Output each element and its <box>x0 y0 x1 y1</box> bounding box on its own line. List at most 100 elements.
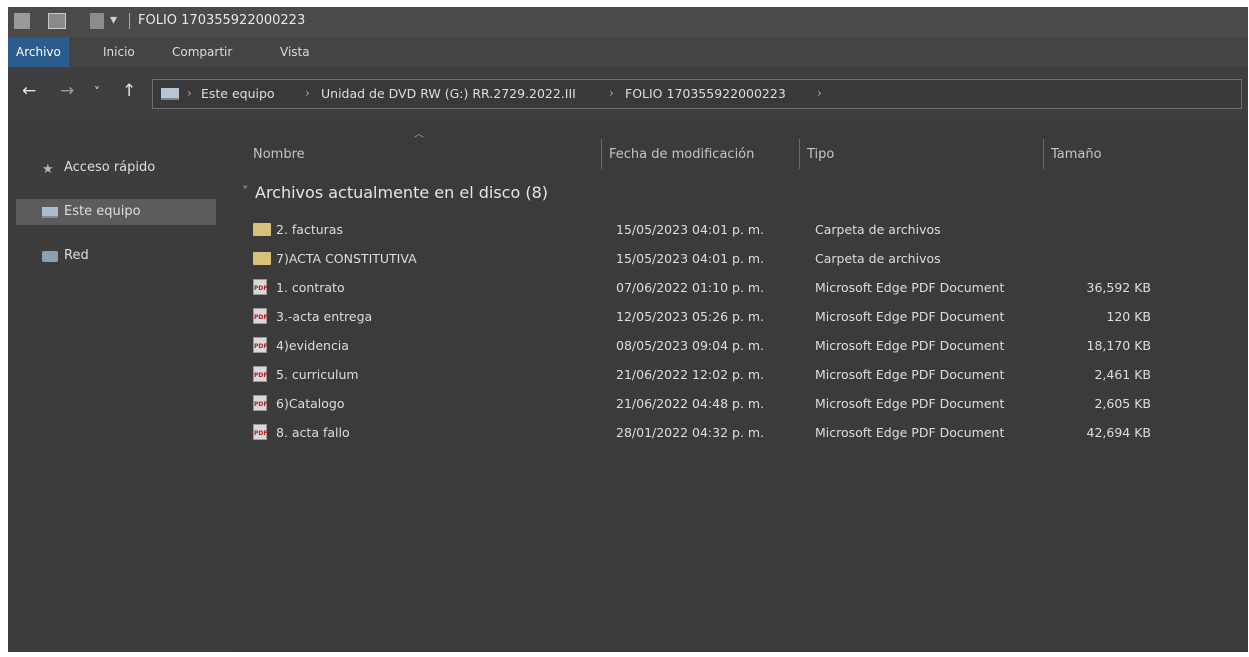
tab-compartir[interactable]: Compartir <box>172 37 232 67</box>
file-row[interactable]: 7)ACTA CONSTITUTIVA 15/05/2023 04:01 p. m… <box>233 245 1248 274</box>
sidebar-item-red[interactable]: Red <box>16 243 216 269</box>
file-name: 1. contrato <box>276 280 345 295</box>
star-icon: ★ <box>42 162 54 177</box>
tab-inicio[interactable]: Inicio <box>103 37 135 67</box>
address-bar[interactable]: › Este equipo › Unidad de DVD RW (G:) RR… <box>152 79 1242 109</box>
file-size: 18,170 KB <box>1086 338 1151 353</box>
column-divider[interactable] <box>799 139 800 169</box>
file-type: Carpeta de archivos <box>815 222 941 237</box>
file-type: Microsoft Edge PDF Document <box>815 396 1005 411</box>
file-name: 4)evidencia <box>276 338 349 353</box>
pdf-icon: PDF <box>253 424 267 440</box>
pdf-glyph: PDF <box>254 401 268 408</box>
breadcrumb-separator[interactable]: › <box>817 86 822 100</box>
pdf-glyph: PDF <box>254 314 268 321</box>
window-title: FOLIO 170355922000223 <box>138 13 306 28</box>
file-modified: 07/06/2022 01:10 p. m. <box>616 280 765 295</box>
file-name: 8. acta fallo <box>276 425 350 440</box>
sidebar-item-label: Red <box>64 248 89 263</box>
back-arrow-icon[interactable]: ← <box>22 81 36 101</box>
file-row[interactable]: PDF 3.-acta entrega 12/05/2023 05:26 p. m.… <box>233 303 1248 332</box>
file-name: 2. facturas <box>276 222 343 237</box>
computer-icon <box>161 88 179 100</box>
file-size: 120 KB <box>1106 309 1151 324</box>
file-type: Microsoft Edge PDF Document <box>815 280 1005 295</box>
sidebar-item-este-equipo[interactable]: Este equipo <box>16 199 216 225</box>
column-header-name[interactable]: Nombre <box>253 147 305 162</box>
properties-icon[interactable] <box>48 13 66 29</box>
file-modified: 12/05/2023 05:26 p. m. <box>616 309 765 324</box>
pdf-glyph: PDF <box>254 343 268 350</box>
pdf-glyph: PDF <box>254 430 268 437</box>
breadcrumb-dvd-drive[interactable]: Unidad de DVD RW (G:) RR.2729.2022.III <box>321 86 576 101</box>
folder-icon <box>253 223 271 236</box>
file-name: 6)Catalogo <box>276 396 345 411</box>
group-header[interactable]: Archivos actualmente en el disco (8) <box>255 183 548 202</box>
folder-icon <box>253 252 271 265</box>
file-row[interactable]: PDF 5. curriculum 21/06/2022 12:02 p. m. Mi… <box>233 361 1248 390</box>
file-modified: 15/05/2023 04:01 p. m. <box>616 222 765 237</box>
file-type: Microsoft Edge PDF Document <box>815 309 1005 324</box>
up-arrow-icon[interactable]: ↑ <box>122 81 136 101</box>
pdf-icon: PDF <box>253 337 267 353</box>
pdf-icon: PDF <box>253 395 267 411</box>
breadcrumb-separator: › <box>305 86 310 100</box>
column-divider[interactable] <box>601 139 602 169</box>
navigation-bar: ← → ˅ ↑ › Este equipo › Unidad de DVD RW… <box>8 67 1248 119</box>
column-header-modified[interactable]: Fecha de modificación <box>609 147 754 162</box>
pdf-glyph: PDF <box>254 372 268 379</box>
network-icon <box>42 251 58 262</box>
file-modified: 21/06/2022 12:02 p. m. <box>616 367 765 382</box>
computer-icon <box>42 207 58 218</box>
navigation-pane: ★ Acceso rápido Este equipo Red <box>8 119 233 652</box>
file-name: 5. curriculum <box>276 367 359 382</box>
file-modified: 15/05/2023 04:01 p. m. <box>616 251 765 266</box>
file-modified: 21/06/2022 04:48 p. m. <box>616 396 765 411</box>
breadcrumb-separator: › <box>187 86 192 100</box>
file-row[interactable]: PDF 6)Catalogo 21/06/2022 04:48 p. m. Micro… <box>233 390 1248 419</box>
pdf-glyph: PDF <box>254 285 268 292</box>
file-modified: 08/05/2023 09:04 p. m. <box>616 338 765 353</box>
file-type: Microsoft Edge PDF Document <box>815 367 1005 382</box>
file-size: 2,605 KB <box>1094 396 1151 411</box>
pdf-icon: PDF <box>253 308 267 324</box>
file-type: Carpeta de archivos <box>815 251 941 266</box>
pdf-icon: PDF <box>253 279 267 295</box>
file-size: 2,461 KB <box>1094 367 1151 382</box>
app-icon <box>14 13 30 29</box>
breadcrumb-este-equipo[interactable]: Este equipo <box>201 86 275 101</box>
file-explorer-window: ▾ FOLIO 170355922000223 Archivo Inicio C… <box>8 7 1248 652</box>
file-name: 7)ACTA CONSTITUTIVA <box>276 251 417 266</box>
recent-locations-icon[interactable]: ˅ <box>94 85 100 99</box>
sort-ascending-icon: ︿ <box>414 129 424 140</box>
tab-vista[interactable]: Vista <box>280 37 310 67</box>
file-name: 3.-acta entrega <box>276 309 373 324</box>
file-size: 36,592 KB <box>1086 280 1151 295</box>
file-modified: 28/01/2022 04:32 p. m. <box>616 425 765 440</box>
breadcrumb-folio[interactable]: FOLIO 170355922000223 <box>625 86 786 101</box>
file-row[interactable]: PDF 8. acta fallo 28/01/2022 04:32 p. m. Mi… <box>233 419 1248 448</box>
column-header-size[interactable]: Tamaño <box>1051 147 1102 162</box>
quick-access-dropdown-icon[interactable]: ▾ <box>110 12 117 28</box>
pdf-icon: PDF <box>253 366 267 382</box>
sidebar-item-label: Acceso rápido <box>64 160 156 175</box>
forward-arrow-icon[interactable]: → <box>60 81 74 101</box>
file-row[interactable]: PDF 4)evidencia 08/05/2023 09:04 p. m. Micr… <box>233 332 1248 361</box>
file-row[interactable]: PDF 1. contrato 07/06/2022 01:10 p. m. Micr… <box>233 274 1248 303</box>
file-list: ︿ Nombre Fecha de modificación Tipo Tama… <box>233 119 1248 652</box>
title-bar: ▾ FOLIO 170355922000223 <box>8 7 1248 37</box>
breadcrumb-separator: › <box>609 86 614 100</box>
group-collapse-icon[interactable]: ˅ <box>242 185 249 200</box>
column-divider[interactable] <box>1043 139 1044 169</box>
title-separator <box>129 13 130 29</box>
tab-archivo[interactable]: Archivo <box>8 37 69 67</box>
file-type: Microsoft Edge PDF Document <box>815 338 1005 353</box>
sidebar-item-label: Este equipo <box>64 204 141 219</box>
sidebar-item-acceso-rapido[interactable]: ★ Acceso rápido <box>16 155 216 181</box>
ribbon-tabs: Archivo Inicio Compartir Vista <box>8 37 1248 67</box>
column-header-type[interactable]: Tipo <box>807 147 834 162</box>
new-folder-icon[interactable] <box>90 13 104 29</box>
file-size: 42,694 KB <box>1086 425 1151 440</box>
file-type: Microsoft Edge PDF Document <box>815 425 1005 440</box>
file-row[interactable]: 2. facturas 15/05/2023 04:01 p. m. Carpeta… <box>233 216 1248 245</box>
